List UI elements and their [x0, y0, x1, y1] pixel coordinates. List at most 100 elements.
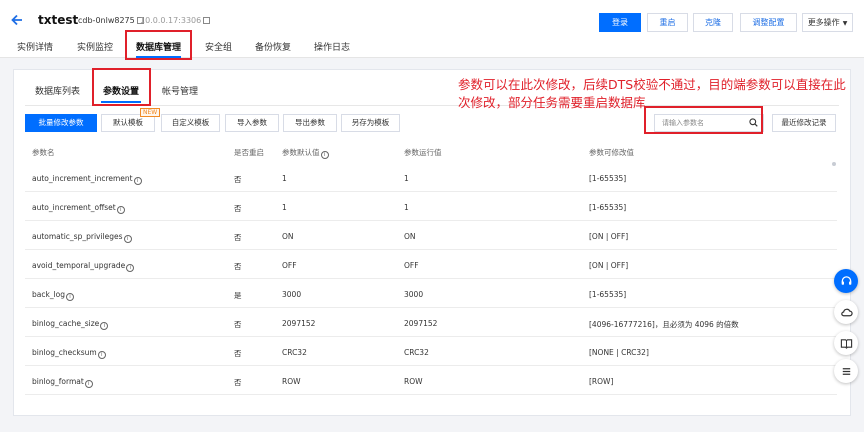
param-name: auto_increment_increment	[32, 174, 133, 183]
more-actions-button[interactable]: 更多操作 ▼	[802, 13, 853, 32]
instance-id-text: cdb-0nlw8275	[78, 16, 135, 25]
restart-cell: 否	[234, 262, 242, 271]
col-header-range: 参数可修改值	[589, 148, 634, 157]
param-name: automatic_sp_privileges	[32, 232, 123, 241]
running-cell[interactable]: OFF	[404, 261, 419, 270]
default-cell: ON	[282, 232, 294, 241]
param-name: avoid_temporal_upgrade	[32, 261, 126, 270]
recent-changes-button[interactable]: 最近修改记录	[772, 114, 836, 132]
running-cell[interactable]: 1	[404, 174, 409, 183]
restart-cell: 是	[234, 291, 242, 300]
param-name-cell: binlog_format i	[32, 377, 93, 388]
restart-cell: 否	[234, 175, 242, 184]
table-row: auto_increment_increment i 否 1 1 [1-65535…	[25, 163, 837, 192]
col-header-name: 参数名	[32, 148, 55, 157]
feedback-button[interactable]	[834, 300, 858, 324]
support-chat-button[interactable]	[834, 269, 858, 293]
running-cell[interactable]: 2097152	[404, 319, 437, 328]
running-cell[interactable]: 1	[404, 203, 409, 212]
param-name-cell: auto_increment_increment i	[32, 174, 142, 185]
custom-template-button[interactable]: 自定义模板	[161, 114, 220, 132]
tab-instance-details[interactable]: 实例详情	[17, 40, 53, 53]
info-icon[interactable]: i	[84, 380, 93, 388]
more-actions-label: 更多操作	[807, 18, 840, 27]
running-cell[interactable]: ROW	[404, 377, 423, 386]
table-row: automatic_sp_privileges i 否 ON ON [ON | O…	[25, 221, 837, 250]
back-arrow-icon[interactable]	[10, 13, 24, 27]
info-icon[interactable]: i	[97, 351, 106, 359]
tab-instance-monitoring[interactable]: 实例监控	[77, 40, 113, 53]
restart-cell: 否	[234, 320, 242, 329]
param-name: binlog_checksum	[32, 348, 97, 357]
table-row: binlog_cache_size i 否 2097152 2097152 [40…	[25, 308, 837, 337]
docs-button[interactable]	[834, 331, 858, 355]
col-header-default-text: 参数默认值	[282, 148, 320, 157]
running-cell[interactable]: CRC32	[404, 348, 429, 357]
restart-cell: 否	[234, 378, 242, 387]
clone-button[interactable]: 克隆	[693, 13, 733, 32]
param-name-cell: avoid_temporal_upgrade i	[32, 261, 135, 272]
param-name-cell: back_log i	[32, 290, 75, 301]
range-cell: [1-65535]	[589, 174, 627, 183]
import-params-button[interactable]: 导入参数	[225, 114, 279, 132]
table-row: binlog_checksum i 否 CRC32 CRC32 [NONE | C…	[25, 337, 837, 366]
highlight-box-db-management	[125, 30, 192, 60]
restart-button[interactable]: 重启	[647, 13, 688, 32]
resize-button[interactable]: 调整配置	[740, 13, 797, 32]
tab-security-group[interactable]: 安全组	[205, 40, 232, 53]
col-header-default: 参数默认值 i	[282, 147, 329, 159]
range-cell: [ON | OFF]	[589, 261, 629, 270]
restart-cell: 否	[234, 204, 242, 213]
param-name-cell: auto_increment_offset i	[32, 203, 125, 214]
param-name-cell: binlog_cache_size i	[32, 319, 109, 330]
default-cell: ROW	[282, 377, 301, 386]
highlight-box-parameter-settings	[92, 68, 151, 106]
info-icon[interactable]: i	[116, 206, 125, 214]
param-name-cell: binlog_checksum i	[32, 348, 106, 359]
restart-cell: 否	[234, 349, 242, 358]
caret-down-icon: ▼	[842, 20, 848, 27]
table-row: auto_increment_offset i 否 1 1 [1-65535]	[25, 192, 837, 221]
param-name: back_log	[32, 290, 66, 299]
highlight-box-search	[644, 106, 763, 134]
param-name: auto_increment_offset	[32, 203, 116, 212]
param-name: binlog_format	[32, 377, 84, 386]
tab-backup-restore[interactable]: 备份恢复	[255, 40, 291, 53]
range-cell: [ROW]	[589, 377, 614, 386]
param-name: binlog_cache_size	[32, 319, 100, 328]
list-icon	[842, 367, 850, 375]
info-icon[interactable]: i	[126, 264, 135, 272]
info-icon[interactable]: i	[66, 293, 75, 301]
instance-id: cdb-0nlw8275	[78, 16, 144, 25]
default-cell: 1	[282, 174, 287, 183]
subtab-account-management[interactable]: 帐号管理	[162, 84, 198, 97]
export-params-button[interactable]: 导出参数	[283, 114, 337, 132]
running-cell[interactable]: ON	[404, 232, 416, 241]
table-row: binlog_format i 否 ROW ROW [ROW]	[25, 366, 837, 395]
new-badge: NEW	[140, 108, 161, 117]
col-header-restart: 是否重启	[234, 148, 264, 157]
table-header: 参数名 是否重启 参数默认值 i 参数运行值 参数可修改值	[14, 142, 850, 160]
tab-operation-log[interactable]: 操作日志	[314, 40, 350, 53]
running-cell[interactable]: 3000	[404, 290, 423, 299]
book-icon	[840, 338, 852, 349]
default-cell: OFF	[282, 261, 297, 270]
info-icon[interactable]: i	[320, 151, 329, 159]
range-cell: [NONE | CRC32]	[589, 348, 649, 357]
subtab-database-list[interactable]: 数据库列表	[35, 84, 80, 97]
batch-modify-button[interactable]: 批量修改参数	[25, 114, 97, 132]
instance-ip: 10.0.0.17:3306	[140, 16, 211, 25]
col-header-running: 参数运行值	[404, 148, 442, 157]
default-cell: 1	[282, 203, 287, 212]
copy-icon[interactable]	[203, 17, 211, 24]
info-icon[interactable]: i	[100, 322, 109, 330]
save-as-template-button[interactable]: 另存为模板	[341, 114, 400, 132]
range-cell: [4096-16777216]，且必须为 4096 的倍数	[589, 320, 739, 329]
table-row: back_log i 是 3000 3000 [1-65535]	[25, 279, 837, 308]
restart-cell: 否	[234, 233, 242, 242]
info-icon[interactable]: i	[133, 177, 142, 185]
menu-button[interactable]	[834, 359, 858, 383]
login-button[interactable]: 登录	[599, 13, 641, 32]
info-icon[interactable]: i	[123, 235, 132, 243]
range-cell: [1-65535]	[589, 203, 627, 212]
